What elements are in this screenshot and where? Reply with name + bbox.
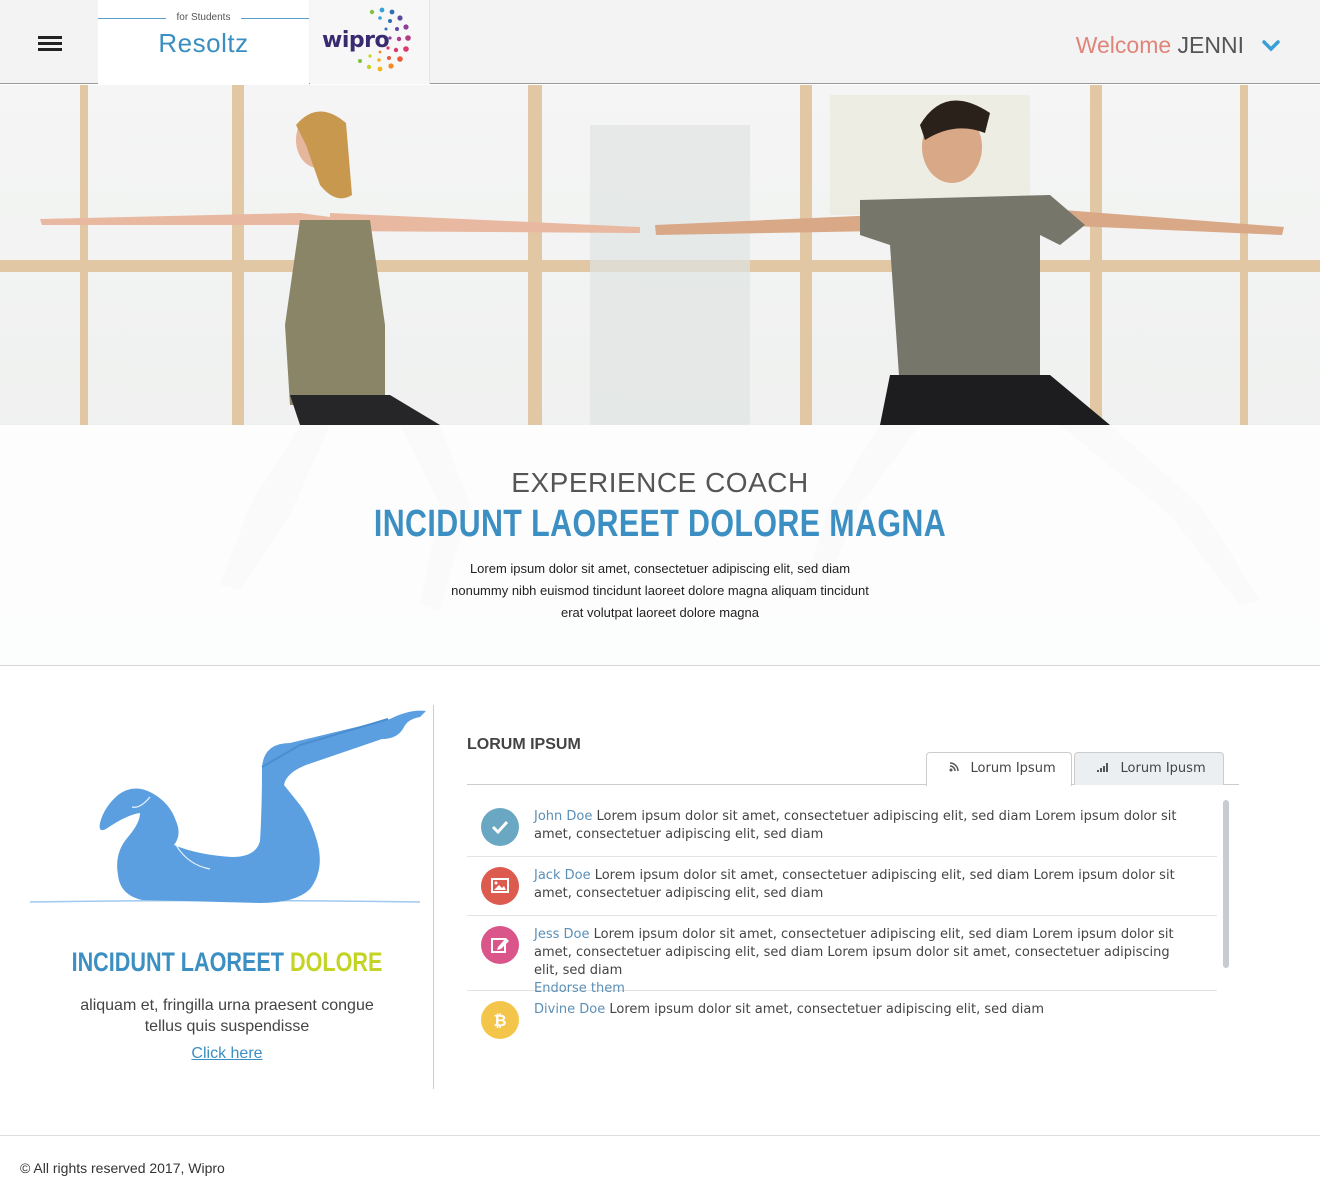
item-body: Lorem ipsum dolor sit amet, consectetuer… <box>534 927 1174 978</box>
click-here-link[interactable]: Click here <box>191 1045 262 1062</box>
item-author[interactable]: Jack Doe <box>534 868 591 883</box>
list-item: Jack Doe Lorem ipsum dolor sit amet, con… <box>467 857 1217 916</box>
edit-icon <box>481 926 519 964</box>
brand-logo[interactable]: for Students Resoltz <box>98 0 309 84</box>
promo-link-wrap: Click here <box>0 1045 454 1063</box>
hero-title: INCIDUNT LAOREET DOLORE MAGNA <box>373 503 947 545</box>
tab-lorum-ipusm[interactable]: Lorum Ipusm <box>1074 752 1224 785</box>
promo-title: INCIDUNT LAOREET DOLORE <box>45 947 408 978</box>
item-body: Lorem ipsum dolor sit amet, consectetuer… <box>534 868 1175 901</box>
activity-feed: John Doe Lorem ipsum dolor sit amet, con… <box>467 798 1227 1048</box>
item-body: Lorem ipsum dolor sit amet, consectetuer… <box>534 809 1177 842</box>
bitcoin-icon: ₿ <box>481 1001 519 1039</box>
signal-icon <box>1097 762 1113 775</box>
footer-divider <box>0 1135 1320 1136</box>
menu-icon[interactable] <box>38 36 62 52</box>
welcome-text: Welcome JENNI <box>1076 32 1244 59</box>
item-text: Jess Doe Lorem ipsum dolor sit amet, con… <box>534 926 1194 998</box>
tab-lorum-ipsum[interactable]: Lorum Ipsum <box>926 752 1072 786</box>
footer-copyright: © All rights reserved 2017, Wipro <box>20 1160 225 1176</box>
item-text: Divine Doe Lorem ipsum dolor sit amet, c… <box>534 1001 1194 1019</box>
rss-icon <box>949 762 963 775</box>
item-body: Lorem ipsum dolor sit amet, consectetuer… <box>609 1002 1044 1017</box>
item-author[interactable]: Divine Doe <box>534 1002 605 1017</box>
welcome-word: Welcome <box>1075 32 1172 58</box>
check-icon <box>481 808 519 846</box>
hero-banner: EXPERIENCE COACH INCIDUNT LAOREET DOLORE… <box>0 85 1320 665</box>
svg-text:₿: ₿ <box>493 1011 506 1030</box>
item-author[interactable]: John Doe <box>534 809 592 824</box>
feed-title: LORUM IPSUM <box>467 736 581 753</box>
promo-panel: INCIDUNT LAOREET DOLORE aliquam et, frin… <box>0 705 434 1089</box>
user-name: JENNI <box>1177 32 1244 58</box>
tab-label: Lorum Ipusm <box>1120 761 1206 776</box>
wipro-wordmark: wipro <box>322 28 390 53</box>
promo-title-main: INCIDUNT LAOREET <box>71 947 284 977</box>
list-item: John Doe Lorem ipsum dolor sit amet, con… <box>467 798 1217 857</box>
wipro-logo: wipro <box>310 0 430 84</box>
image-icon <box>481 867 519 905</box>
list-item: ₿ Divine Doe Lorem ipsum dolor sit amet,… <box>467 991 1217 1048</box>
list-item: Jess Doe Lorem ipsum dolor sit amet, con… <box>467 916 1217 996</box>
brand-name: Resoltz <box>158 28 249 58</box>
chevron-down-icon[interactable] <box>1262 40 1280 52</box>
brand-subtitle: for Students <box>176 12 231 23</box>
section-divider <box>0 665 1320 666</box>
top-header: for Students Resoltz wipro Welcome JENNI <box>0 0 1320 84</box>
hero-description: Lorem ipsum dolor sit amet, consectetuer… <box>451 561 869 620</box>
hero-kicker: EXPERIENCE COACH <box>511 467 809 498</box>
item-text: Jack Doe Lorem ipsum dolor sit amet, con… <box>534 867 1194 903</box>
feed-scrollbar-thumb[interactable] <box>1223 800 1229 968</box>
hero-caption: EXPERIENCE COACH INCIDUNT LAOREET DOLORE… <box>0 425 1320 665</box>
yoga-silhouette-image <box>29 710 426 903</box>
promo-title-accent: DOLORE <box>290 947 383 977</box>
tab-label: Lorum Ipsum <box>970 761 1056 776</box>
item-text: John Doe Lorem ipsum dolor sit amet, con… <box>534 808 1194 844</box>
item-author[interactable]: Jess Doe <box>534 927 589 942</box>
promo-text: aliquam et, fringilla urna praesent cong… <box>80 997 374 1035</box>
